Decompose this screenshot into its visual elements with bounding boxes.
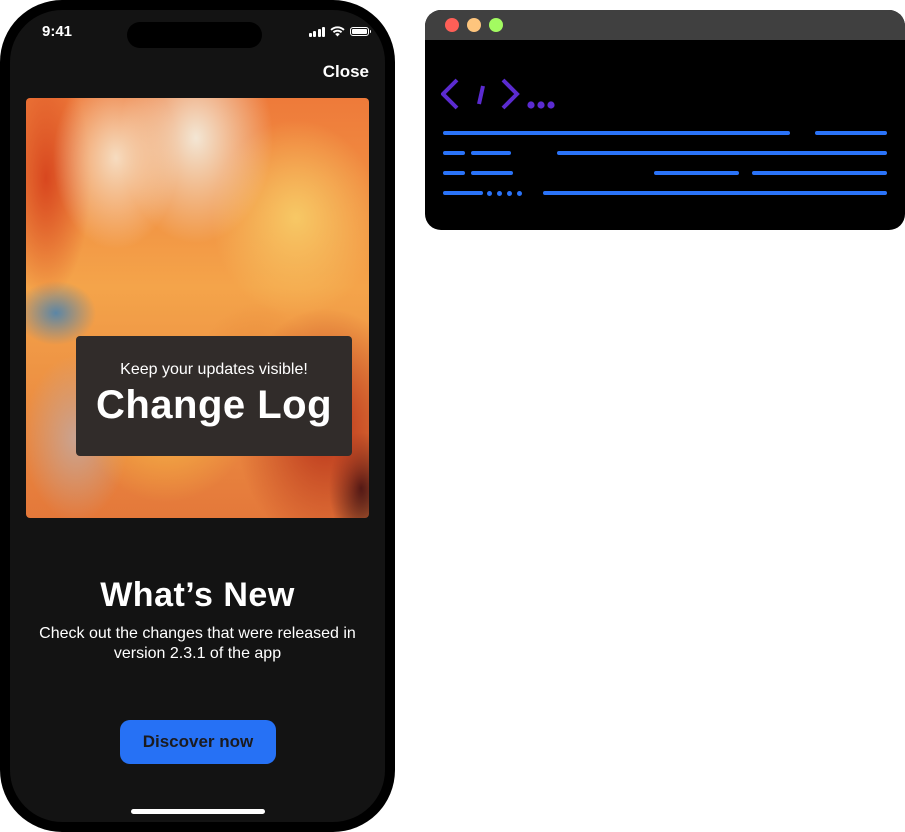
code-line-segment xyxy=(557,151,887,155)
status-time: 9:41 xyxy=(42,23,73,40)
code-dot xyxy=(507,190,512,196)
code-line-segment xyxy=(471,151,511,155)
discover-now-button[interactable]: Discover now xyxy=(120,720,276,764)
code-line-segment xyxy=(443,151,465,155)
phone-frame: 9:41 Close Keep your updates visible! Ch… xyxy=(0,0,395,832)
wifi-icon xyxy=(330,26,345,37)
code-line-segment xyxy=(443,131,790,135)
code-dot xyxy=(487,190,492,196)
hero-artwork-image: Keep your updates visible! Change Log xyxy=(26,98,369,518)
code-dot xyxy=(497,190,502,196)
cellular-signal-icon xyxy=(308,26,325,37)
minimize-window-dot xyxy=(467,18,481,32)
phone-screen: 9:41 Close Keep your updates visible! Ch… xyxy=(10,10,385,822)
code-dot xyxy=(517,190,522,196)
code-line-segment xyxy=(815,131,887,135)
page-description: Check out the changes that were released… xyxy=(39,625,356,662)
code-line-segment xyxy=(443,191,483,195)
home-indicator[interactable] xyxy=(131,809,265,814)
maximize-window-dot xyxy=(489,18,503,32)
close-button[interactable]: Close xyxy=(323,62,369,82)
code-window-illustration xyxy=(425,10,905,230)
hero-subtitle: Keep your updates visible! xyxy=(120,361,308,378)
hero-card: Keep your updates visible! Change Log xyxy=(76,336,352,456)
page-title: What’s New xyxy=(100,576,295,614)
code-line-segment xyxy=(543,191,887,195)
code-line-segment xyxy=(443,171,465,175)
code-line-segment xyxy=(654,171,739,175)
code-line-segment xyxy=(752,171,887,175)
close-window-dot xyxy=(445,18,459,32)
battery-icon xyxy=(350,27,371,36)
code-line-segment xyxy=(471,171,513,175)
status-icons xyxy=(308,26,371,37)
dynamic-island xyxy=(127,22,262,48)
window-title-bar xyxy=(425,10,905,40)
hero-title: Change Log xyxy=(95,383,333,427)
code-brackets-icon xyxy=(441,78,555,110)
